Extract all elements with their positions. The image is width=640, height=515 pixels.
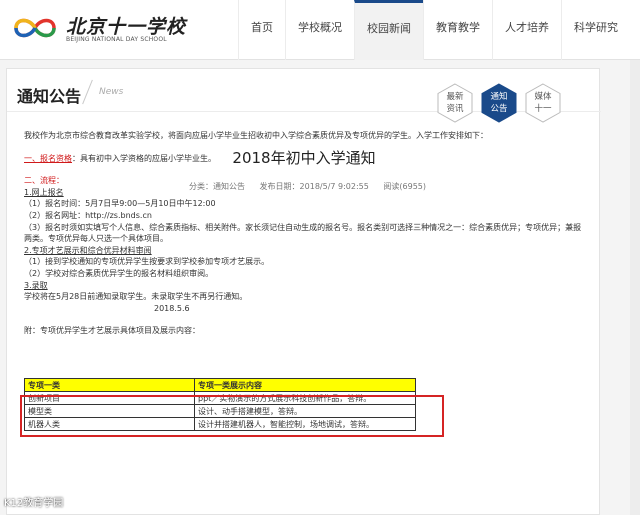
process-heading: 二、流程： (24, 176, 64, 186)
nav-item-home[interactable]: 首页 (238, 0, 285, 60)
table-header-row: 专项一类 专项一类展示内容 (24, 378, 416, 392)
nav-item-overview[interactable]: 学校概况 (285, 0, 354, 60)
sign-date: 2018.5.6 (154, 303, 190, 313)
step1-heading: 1.网上报名 (24, 187, 64, 197)
logo-chinese-name: 北京十一学校 (66, 16, 187, 38)
subnav-notices-label: 通知 公告 (490, 92, 508, 114)
highlight-annotation-box (20, 395, 444, 437)
section-title: 通知公告 (17, 87, 82, 106)
subnav-media[interactable]: 媒体 十一 (523, 83, 563, 123)
nav-item-news[interactable]: 校园新闻 (354, 0, 423, 60)
step1-time: （1）报名时间：5月7日早9:00—5月10日中午12:00 (24, 199, 216, 209)
attachment-note: 附：专项优异学生才艺展示具体项目及展示内容： (24, 326, 200, 336)
logo-english-name: BEIJING NATIONAL DAY SCHOOL (66, 36, 167, 43)
step3-heading: 3.录取 (24, 280, 48, 290)
eligibility-line: 一、报名资格：具有初中入学资格的应届小学毕业生。 (24, 153, 584, 165)
subnav-media-label: 媒体 十一 (534, 92, 552, 114)
main-nav: 首页 学校概况 校园新闻 教育教学 人才培养 科学研究 (238, 0, 630, 60)
eligibility-heading: 一、报名资格 (24, 153, 72, 163)
subnav-latest-label: 最新 资讯 (446, 92, 464, 114)
site-header: 北京十一学校 BEIJING NATIONAL DAY SCHOOL 首页 学校… (0, 0, 640, 60)
logo-mark-icon (14, 18, 56, 38)
eligibility-text: ：具有初中入学资格的应届小学毕业生。 (72, 153, 216, 163)
table-header: 专项一类展示内容 (194, 378, 416, 392)
subnav-latest[interactable]: 最新 资讯 (435, 83, 475, 123)
page-scrollbar[interactable] (630, 60, 640, 515)
table-header: 专项一类 (24, 378, 195, 392)
subnav-notices[interactable]: 通知 公告 (479, 83, 519, 123)
section-subtitle: News (99, 87, 124, 97)
step2-heading: 2.专项才艺展示和综合优异材料审阅 (24, 245, 152, 255)
step2-b: （2）学校对综合素质优异学生的报名材料组织审阅。 (24, 268, 214, 278)
nav-item-talent[interactable]: 人才培养 (492, 0, 561, 60)
step3-text: 学校将在5月28日前通知录取学生。未录取学生不再另行通知。 (24, 292, 248, 302)
nav-item-research[interactable]: 科学研究 (561, 0, 630, 60)
step2-a: （1）接到学校通知的专项优异学生按要求到学校参加专项才艺展示。 (24, 257, 270, 267)
watermark: K12教育学园 (4, 498, 64, 509)
article-body: 我校作为北京市综合教育改革实验学校，将面向应届小学毕业生招收初中入学综合素质优异… (24, 130, 584, 337)
step1-url[interactable]: （2）报名网址：http://zs.bnds.cn (24, 210, 584, 222)
section-divider (82, 79, 93, 105)
article-intro: 我校作为北京市综合教育改革实验学校，将面向应届小学毕业生招收初中入学综合素质优异… (24, 131, 488, 140)
nav-item-teaching[interactable]: 教育教学 (423, 0, 492, 60)
school-logo[interactable]: 北京十一学校 BEIJING NATIONAL DAY SCHOOL (12, 10, 185, 50)
step1-instructions: （3）报名时须如实填写个人信息、综合素质指标、相关附件。家长须记住自动生成的报名… (24, 222, 582, 244)
